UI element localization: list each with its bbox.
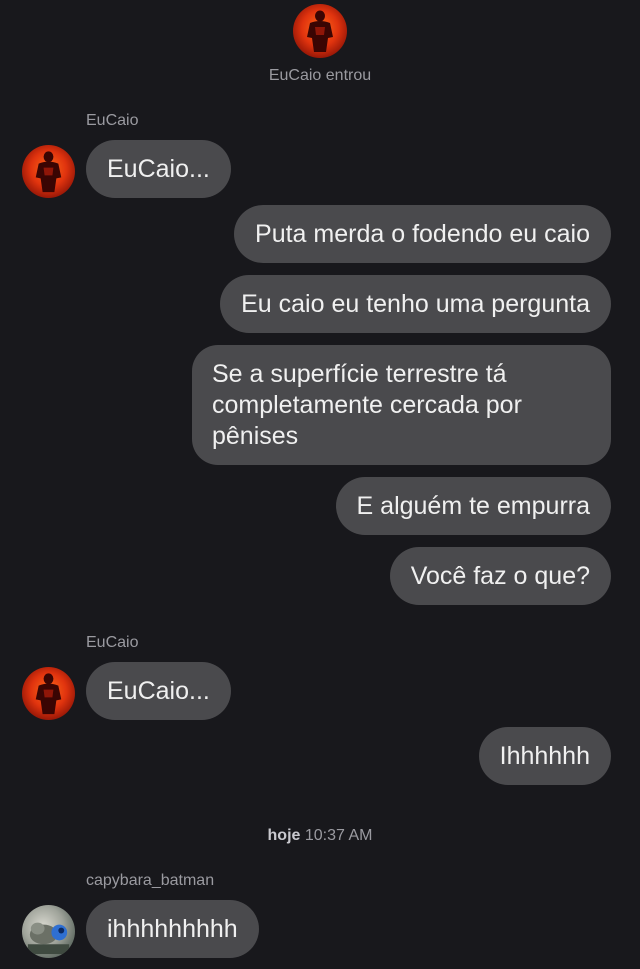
eucaio-join-avatar[interactable] [293,4,347,58]
eucaio-avatar[interactable] [22,667,75,720]
message-bubble-sent[interactable]: Ihhhhhh [478,727,611,785]
sender-name: EuCaio [86,634,139,651]
message-bubble-sent[interactable]: Eu caio eu tenho uma pergunta [220,275,611,333]
eucaio-avatar[interactable] [22,145,75,198]
message-bubble-received[interactable]: EuCaio... [86,662,231,720]
message-bubble-sent[interactable]: E alguém te empurra [335,477,611,535]
message-bubble-received[interactable]: EuCaio... [86,140,231,198]
join-notice: EuCaio entrou [268,67,372,84]
message-bubble-received[interactable]: ihhhhhhhhh [86,900,259,958]
sender-name: capybara_batman [86,872,215,889]
red-figure-icon [35,673,62,715]
message-bubble-sent[interactable]: Se a superfície terrestre tá completamen… [192,345,611,465]
timestamp-time: 10:37 AM [304,827,373,844]
capybara-avatar[interactable] [22,905,75,958]
timestamp: hoje 10:37 AM [0,827,640,845]
timestamp-day: hoje [267,827,301,844]
red-figure-icon [35,151,62,193]
sender-name: EuCaio [86,112,139,129]
message-bubble-sent[interactable]: Você faz o que? [389,547,611,605]
message-bubble-sent[interactable]: Puta merda o fodendo eu caio [234,205,611,263]
red-figure-icon [307,10,333,52]
capybara-photo-icon [27,922,70,955]
